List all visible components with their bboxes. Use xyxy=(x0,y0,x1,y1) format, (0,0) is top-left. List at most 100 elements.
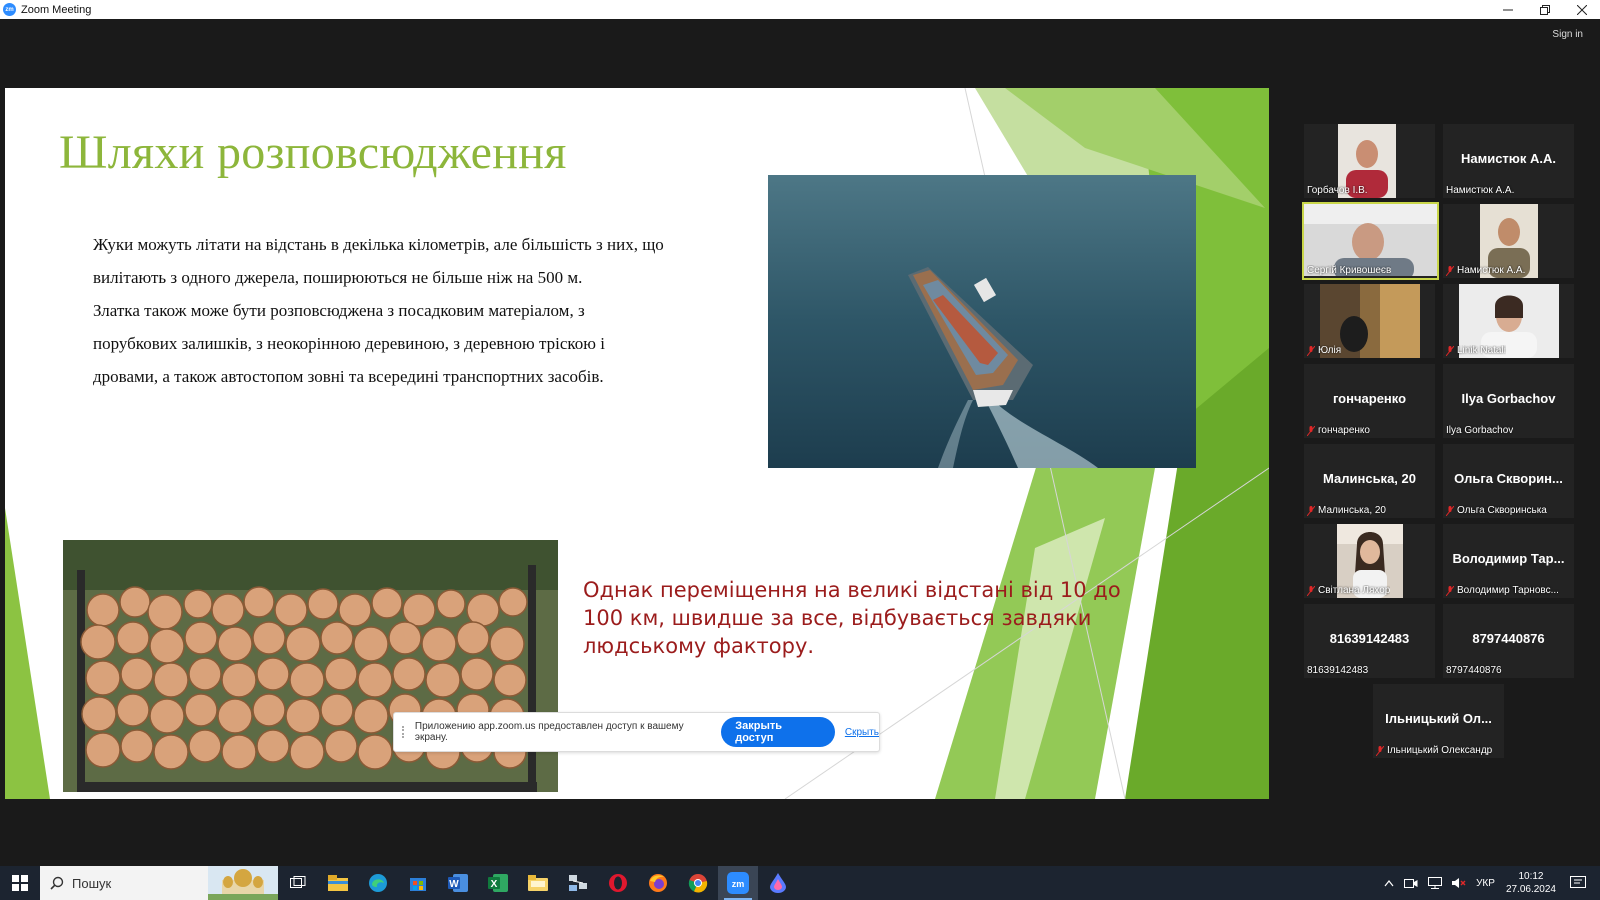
participant-label: 8797440876 xyxy=(1446,665,1502,676)
participant-label: Світлана Ляхор xyxy=(1307,585,1390,596)
restore-button[interactable] xyxy=(1526,0,1563,19)
close-icon xyxy=(1576,4,1587,15)
firefox-button[interactable] xyxy=(638,866,678,900)
slide-note: Однак переміщення на великі відстані від… xyxy=(583,576,1143,660)
network-app-icon xyxy=(569,875,587,891)
muted-mic-icon xyxy=(1446,505,1454,516)
taskbar-search-box[interactable]: Пошук xyxy=(40,866,278,900)
slide-paragraph-line: дровами, а також автостопом зовні та все… xyxy=(93,367,604,386)
volume-muted-icon[interactable] xyxy=(1452,877,1466,889)
participant-tile[interactable]: Горбачов І.В. xyxy=(1304,124,1435,198)
slide-paragraph-line: Жуки можуть літати на відстань в декільк… xyxy=(93,235,664,254)
start-button[interactable] xyxy=(0,866,40,900)
share-message: Приложению app.zoom.us предоставлен дост… xyxy=(414,721,684,743)
participant-tile[interactable]: Ilya Gorbachov Ilya Gorbachov xyxy=(1443,364,1574,438)
input-language[interactable]: УКР xyxy=(1476,878,1495,889)
participant-label: Горбачов І.В. xyxy=(1307,185,1368,196)
window-title-bar: zm Zoom Meeting xyxy=(0,0,1600,19)
participant-label: Намистюк А.А. xyxy=(1446,265,1525,276)
muted-mic-icon xyxy=(1446,345,1454,356)
participant-tile[interactable]: Світлана Ляхор xyxy=(1304,524,1435,598)
firefox-icon xyxy=(649,874,667,892)
clock-time: 10:12 xyxy=(1518,871,1544,882)
participant-tile[interactable]: Намистюк А.А. Намистюк А.А. xyxy=(1443,124,1574,198)
slide-paragraph-line: вилітають з одного джерела, поширюються … xyxy=(93,268,583,287)
stop-sharing-button[interactable]: Закрыть доступ xyxy=(721,717,835,747)
windows-taskbar: Пошук W X zm УКР 10:12 27.06.2024 xyxy=(0,866,1600,900)
search-icon xyxy=(50,876,64,890)
hide-link[interactable]: Скрыть xyxy=(845,727,879,738)
folder-button[interactable] xyxy=(518,866,558,900)
participant-tile[interactable]: Linik Natali xyxy=(1443,284,1574,358)
clock-date: 27.06.2024 xyxy=(1505,884,1556,895)
participant-label: 81639142483 xyxy=(1307,665,1369,676)
participant-tile[interactable]: Володимир Тар... Володимир Тарновс... xyxy=(1443,524,1574,598)
svg-text:zm: zm xyxy=(732,879,745,889)
participant-label: Сергій Кривошеєв xyxy=(1307,265,1392,276)
participant-tile[interactable]: 8797440876 8797440876 xyxy=(1443,604,1574,678)
muted-mic-icon xyxy=(1376,745,1384,756)
excel-icon: X xyxy=(488,874,508,892)
participant-label: гончаренко xyxy=(1307,425,1370,436)
edge-button[interactable] xyxy=(358,866,398,900)
store-button[interactable] xyxy=(398,866,438,900)
opera-button[interactable] xyxy=(598,866,638,900)
droplet-app-button[interactable] xyxy=(758,866,798,900)
excel-button[interactable]: X xyxy=(478,866,518,900)
participant-tile[interactable]: 81639142483 81639142483 xyxy=(1304,604,1435,678)
word-button[interactable]: W xyxy=(438,866,478,900)
svg-text:W: W xyxy=(449,879,459,890)
participant-tile[interactable]: Ольга Скворин... Ольга Скворинська xyxy=(1443,444,1574,518)
sign-in-button[interactable]: Sign in xyxy=(1552,29,1583,40)
opera-icon xyxy=(609,874,627,892)
participant-big-name: Намистюк А.А. xyxy=(1460,151,1557,166)
chrome-icon xyxy=(688,874,708,893)
window-controls xyxy=(1489,0,1600,19)
search-placeholder: Пошук xyxy=(72,875,112,891)
screen-share-notification: Приложению app.zoom.us предоставлен дост… xyxy=(393,712,880,752)
firewood-illustration xyxy=(63,540,558,792)
slide-title: Шляхи розповсюдження xyxy=(59,126,567,179)
windows-logo-icon xyxy=(12,875,28,891)
slide-paragraph: Жуки можуть літати на відстань в декільк… xyxy=(93,228,723,393)
participant-label: Малинська, 20 xyxy=(1307,505,1386,516)
participant-label: Намистюк А.А. xyxy=(1446,185,1515,196)
participant-tile[interactable]: гончаренко гончаренко xyxy=(1304,364,1435,438)
meet-now-icon[interactable] xyxy=(1404,877,1418,889)
muted-mic-icon xyxy=(1446,585,1454,596)
store-icon xyxy=(410,878,426,891)
minimize-button[interactable] xyxy=(1489,0,1526,19)
folder-icon xyxy=(528,875,548,891)
taskbar-clock[interactable]: 10:12 27.06.2024 xyxy=(1506,870,1556,896)
participant-big-name: 81639142483 xyxy=(1329,631,1410,646)
participant-tile[interactable]: Намистюк А.А. xyxy=(1443,204,1574,278)
svg-text:X: X xyxy=(491,879,498,890)
muted-mic-icon xyxy=(1307,505,1315,516)
zoom-button[interactable]: zm xyxy=(718,866,758,900)
chrome-button[interactable] xyxy=(678,866,718,900)
muted-mic-icon xyxy=(1446,265,1454,276)
participant-tile-active-speaker[interactable]: Сергій Кривошеєв xyxy=(1302,202,1439,280)
droplet-app-icon xyxy=(770,873,786,893)
drag-handle-icon[interactable] xyxy=(402,726,408,738)
close-button[interactable] xyxy=(1563,0,1600,19)
system-tray: УКР 10:12 27.06.2024 xyxy=(1379,866,1600,900)
network-app-button[interactable] xyxy=(558,866,598,900)
network-icon[interactable] xyxy=(1428,877,1443,889)
participant-label: Linik Natali xyxy=(1446,345,1506,356)
task-view-button[interactable] xyxy=(278,866,318,900)
participant-big-name: Володимир Тар... xyxy=(1452,551,1565,566)
participant-tile[interactable]: Малинська, 20 Малинська, 20 xyxy=(1304,444,1435,518)
muted-mic-icon xyxy=(1307,585,1315,596)
notifications-icon[interactable] xyxy=(1570,876,1586,890)
participant-big-name: Малинська, 20 xyxy=(1323,471,1416,486)
container-ship-illustration xyxy=(768,175,1196,468)
file-explorer-button[interactable] xyxy=(318,866,358,900)
firewood-stack-photo xyxy=(63,540,558,792)
chevron-up-icon[interactable] xyxy=(1384,879,1394,887)
participant-tile[interactable]: Юлія xyxy=(1304,284,1435,358)
participant-label: Володимир Тарновс... xyxy=(1446,585,1559,596)
container-ship-photo xyxy=(768,175,1196,468)
participant-tile[interactable]: Ільницький Ол... Ільницький Олександр xyxy=(1373,684,1504,758)
participant-label: Ільницький Олександр xyxy=(1376,745,1492,756)
